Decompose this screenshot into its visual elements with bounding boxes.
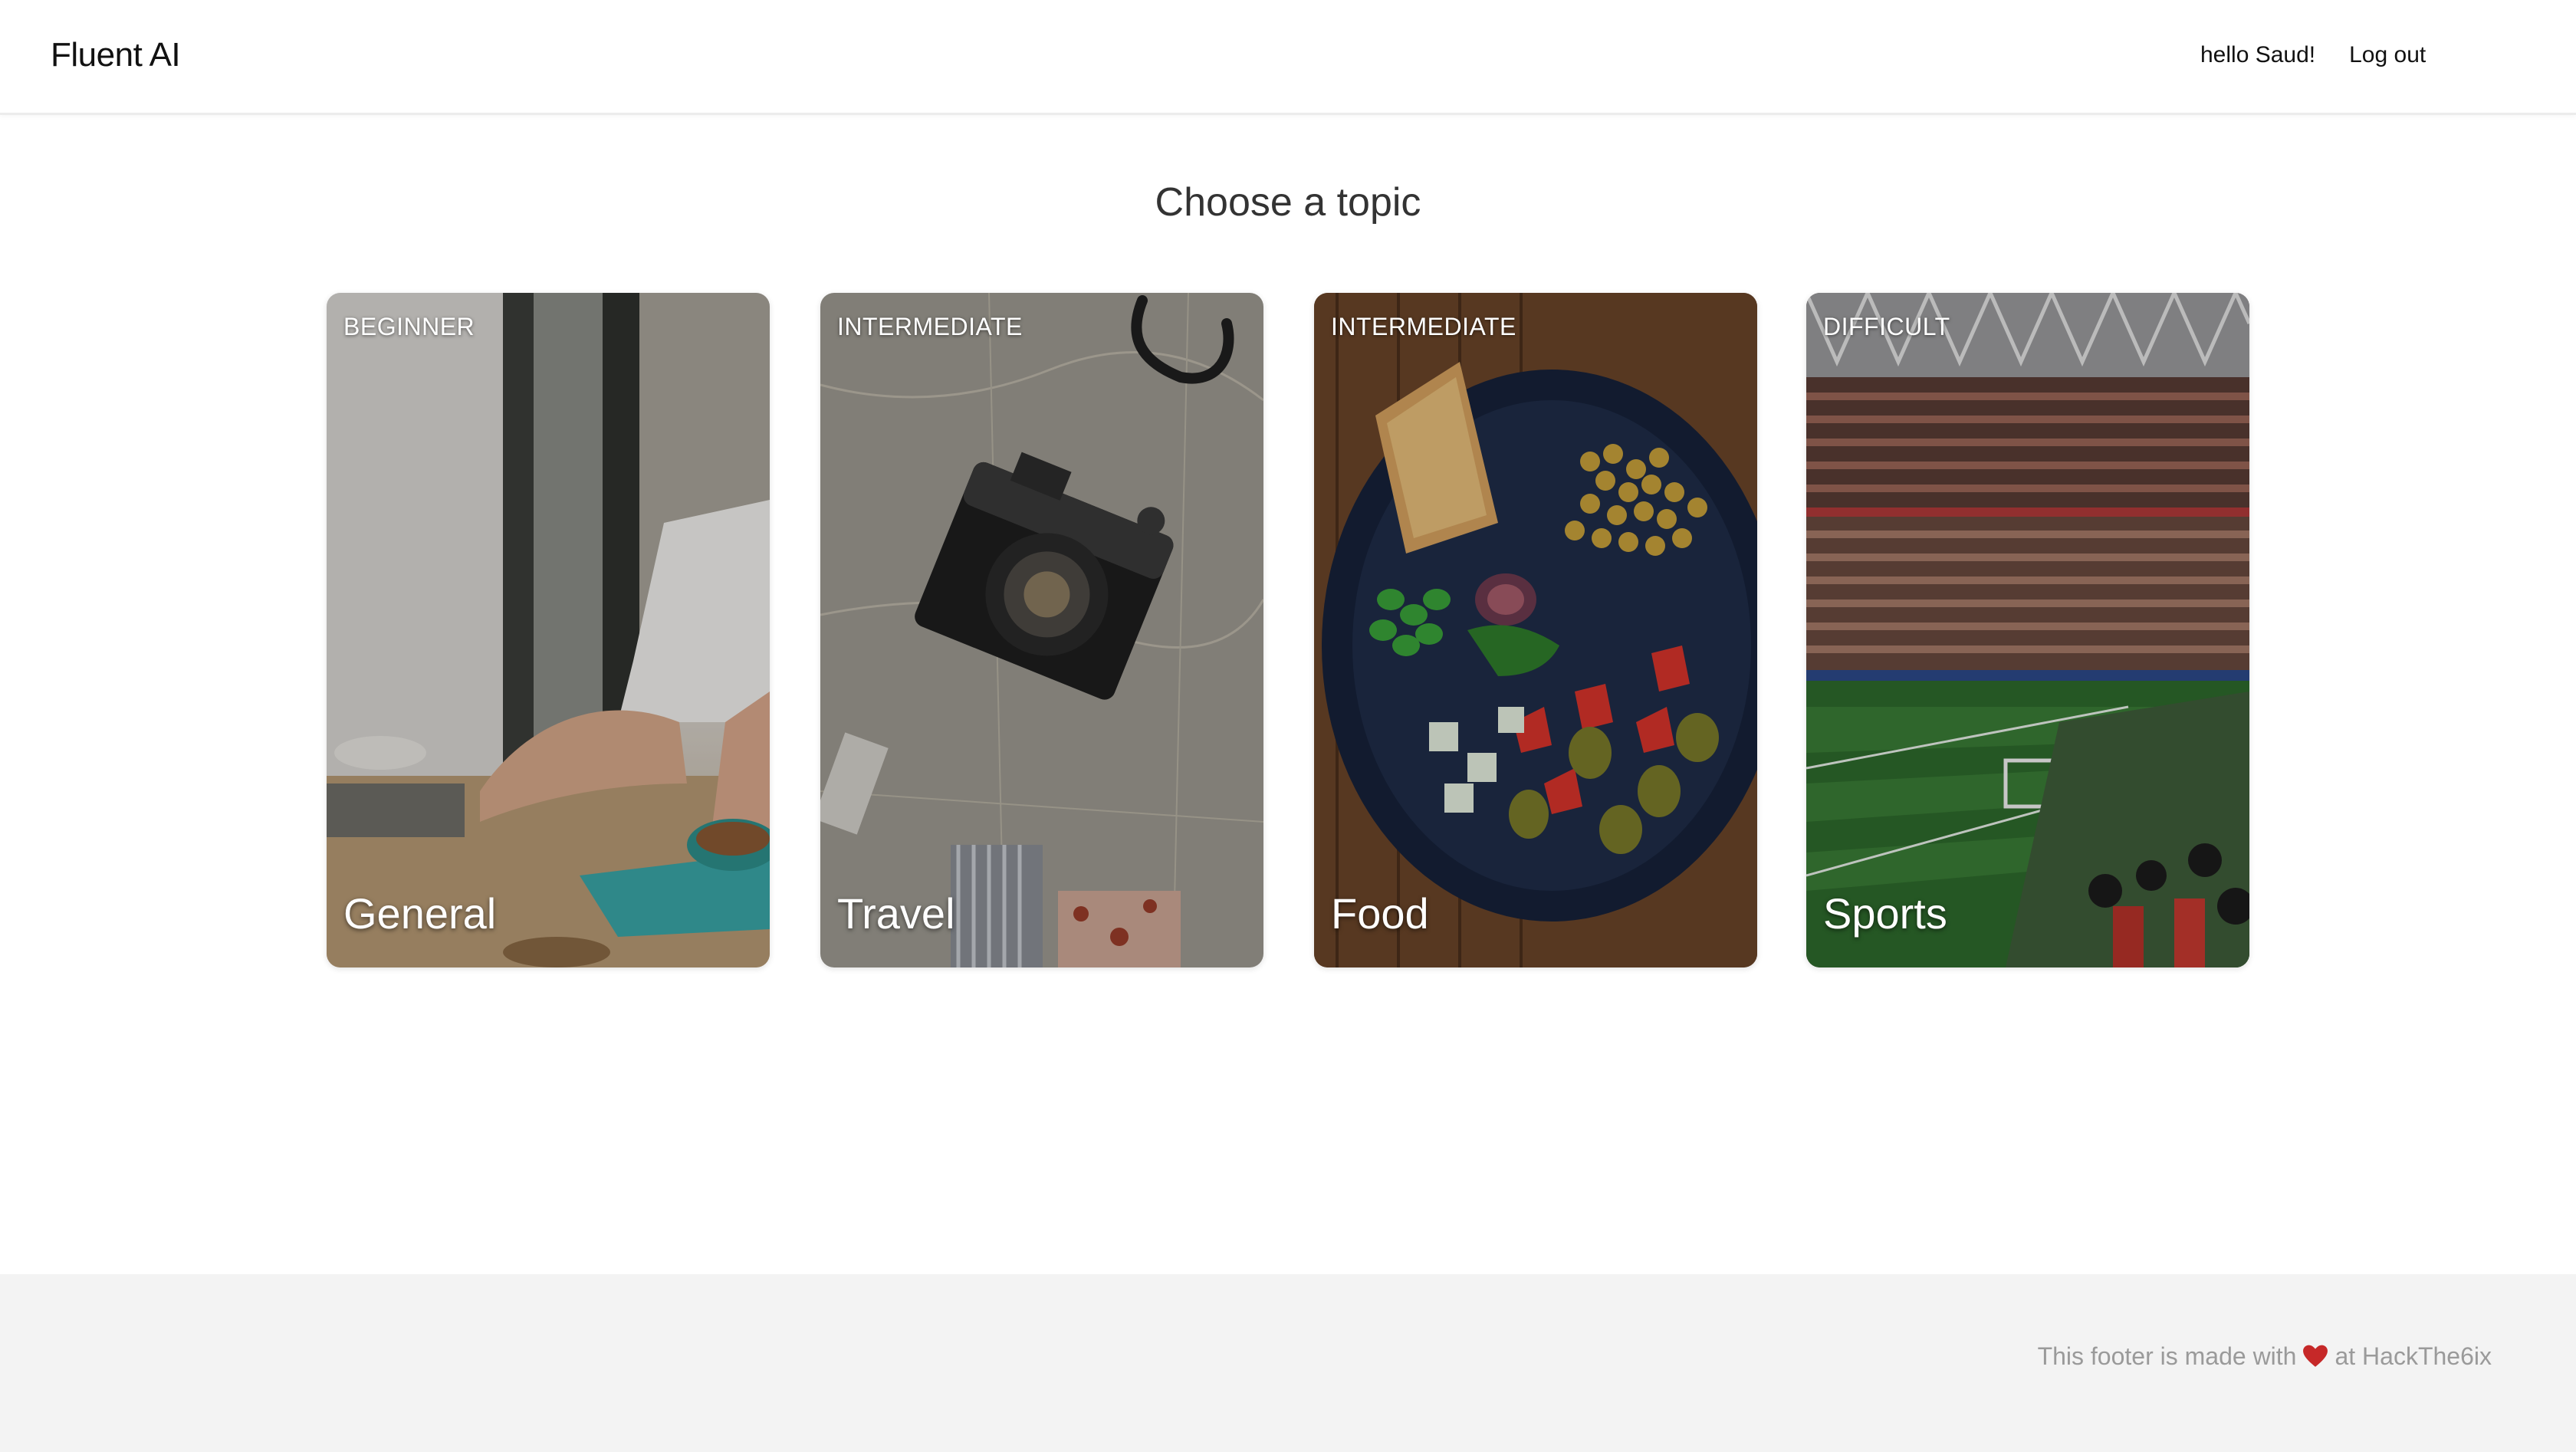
topic-card-sports[interactable]: DIFFICULT Sports — [1806, 293, 2249, 967]
page-footer: This footer is made with at HackThe6ix — [0, 1274, 2576, 1452]
footer-text-after: at HackThe6ix — [2334, 1342, 2492, 1370]
nav-user-area: hello Saud! Log out — [2200, 40, 2426, 71]
difficulty-label: BEGINNER — [343, 313, 475, 340]
footer-credit: This footer is made with at HackThe6ix — [2038, 1340, 2492, 1372]
difficulty-label: DIFFICULT — [1823, 313, 1950, 340]
footer-text-before: This footer is made with — [2037, 1342, 2297, 1370]
topic-name: Sports — [1823, 889, 1947, 938]
card-overlay — [1806, 293, 2249, 967]
topic-card-general[interactable]: BEGINNER General — [327, 293, 770, 967]
card-overlay — [1314, 293, 1757, 967]
topic-name: Food — [1331, 889, 1429, 938]
topic-card-food[interactable]: INTERMEDIATE Food — [1314, 293, 1757, 967]
brand-logo[interactable]: Fluent AI — [51, 34, 181, 77]
topic-card-grid: BEGINNER General INTERMEDIATE Travel INT… — [327, 293, 2249, 967]
topic-name: General — [343, 889, 497, 938]
user-greeting: hello Saud! — [2200, 42, 2316, 67]
difficulty-label: INTERMEDIATE — [1331, 313, 1516, 340]
logout-link[interactable]: Log out — [2349, 40, 2426, 71]
top-navbar: Fluent AI hello Saud! Log out — [0, 0, 2576, 115]
topic-card-travel[interactable]: INTERMEDIATE Travel — [820, 293, 1263, 967]
difficulty-label: INTERMEDIATE — [837, 313, 1023, 340]
heart-icon — [2303, 1345, 2328, 1367]
card-overlay — [820, 293, 1263, 967]
card-overlay — [327, 293, 770, 967]
page-title: Choose a topic — [1155, 180, 1421, 225]
topic-name: Travel — [837, 889, 955, 938]
